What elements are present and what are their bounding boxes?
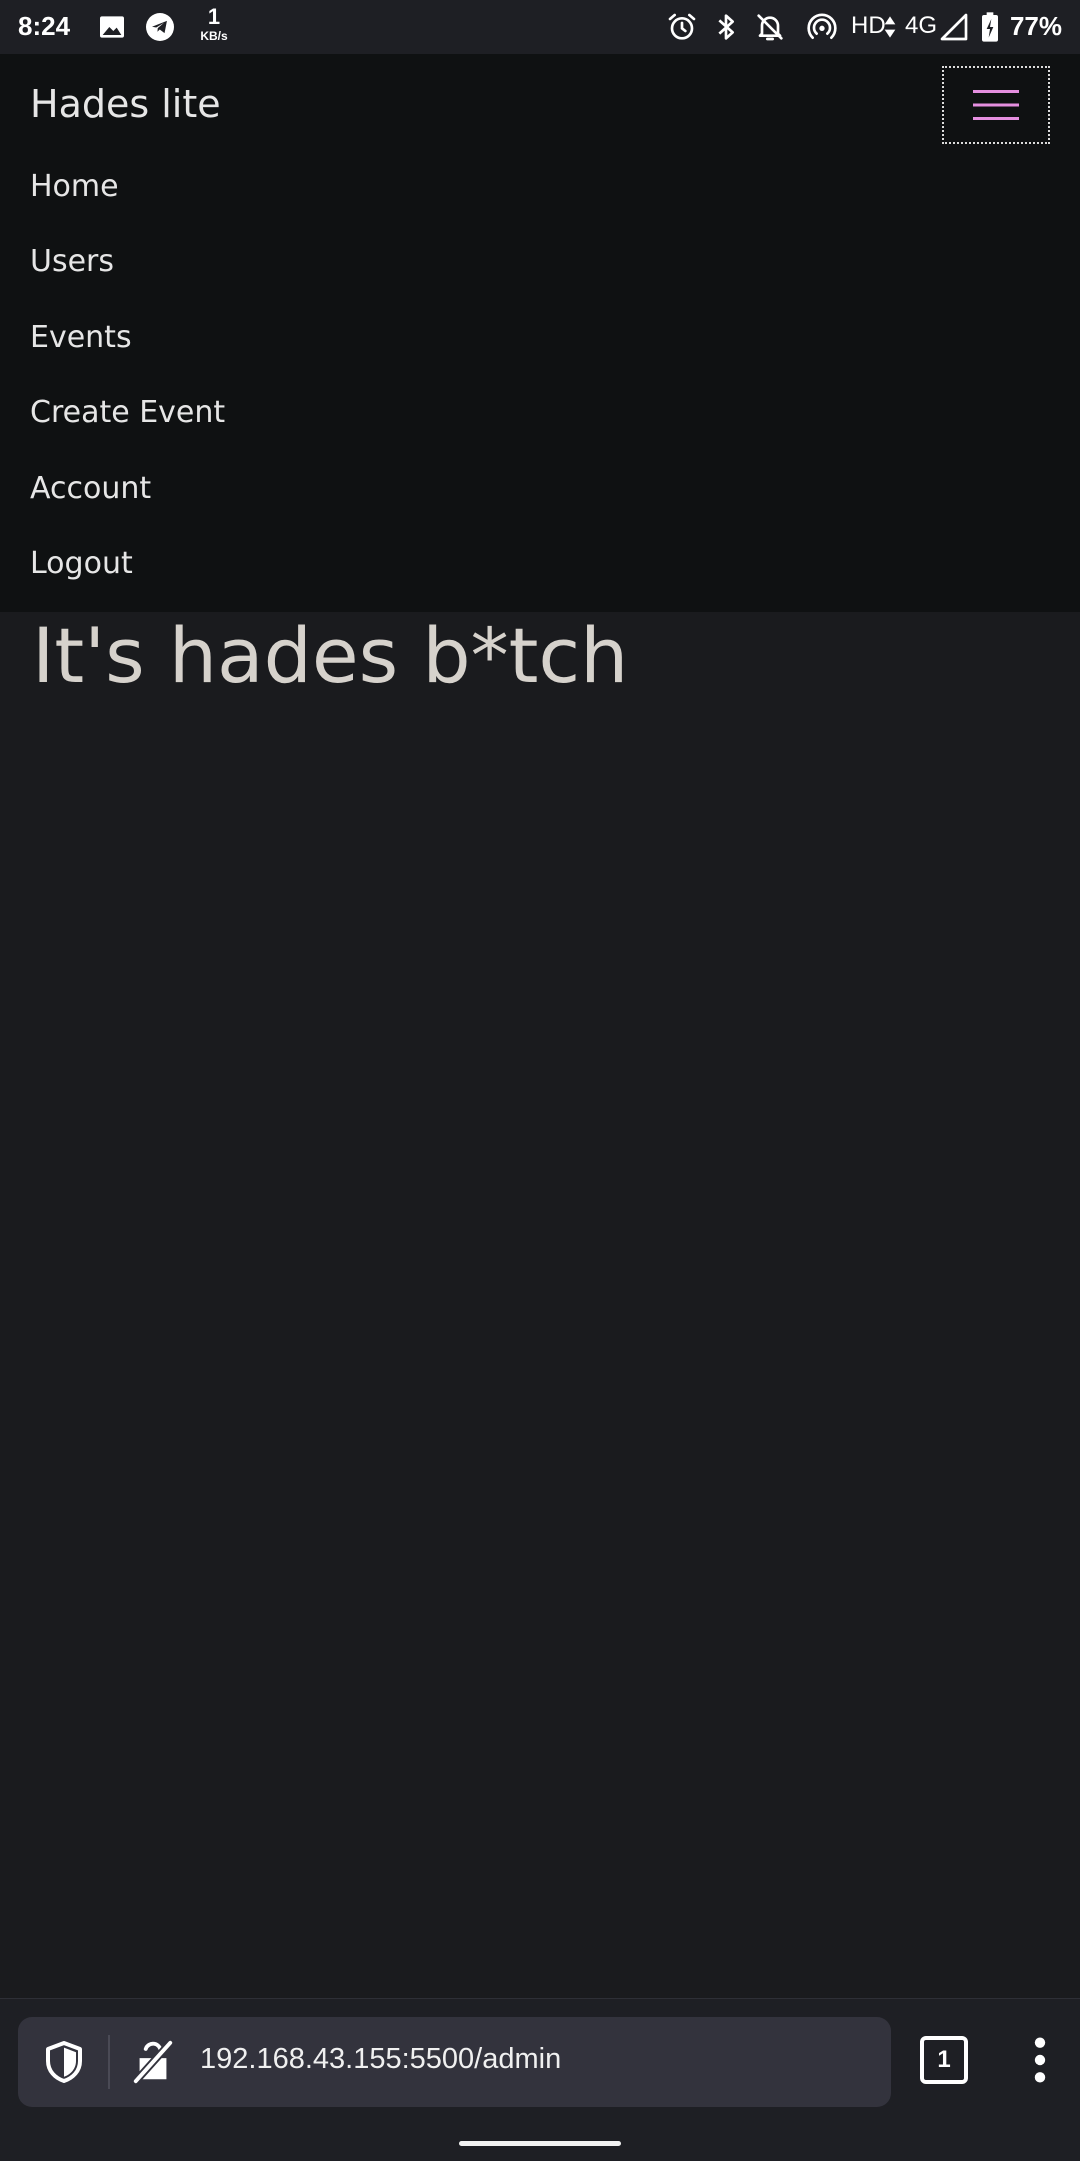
status-time: 8:24 [18,11,71,41]
shield-icon[interactable] [40,2038,88,2086]
address-bar[interactable]: 192.168.43.155:5500/admin [18,2017,891,2107]
net-speed-value: 1 [207,4,221,29]
net-speed-unit: KB/s [200,29,228,43]
browser-bottom-bar: 192.168.43.155:5500/admin 1 [0,1998,1080,2161]
nav-item-users[interactable]: Users [30,224,225,299]
network-type: 4G [905,12,938,39]
nav-item-home[interactable]: Home [30,149,225,224]
nav-item-events[interactable]: Events [30,300,225,375]
nav-menu: Home Users Events Create Event Account L… [30,149,225,601]
hotspot-icon [807,13,837,39]
nav-item-account[interactable]: Account [30,451,225,526]
battery-charging-icon [982,12,998,42]
net-speed: 1 KB/s [196,4,232,43]
page-title: It's hades b*tch [32,611,629,700]
url-text[interactable]: 192.168.43.155:5500/admin [200,2043,561,2076]
nav-item-logout[interactable]: Logout [30,526,225,601]
navbar-brand[interactable]: Hades lite [30,82,221,126]
nav-item-create-event[interactable]: Create Event [30,375,225,450]
address-divider [108,2035,110,2089]
navbar-toggler-button[interactable] [942,66,1050,144]
bluetooth-icon [718,14,734,40]
tab-count: 1 [937,2046,951,2073]
network-label: HD [851,12,886,39]
status-bar: 8:24 1 KB/s HD 4G 77% [0,0,1080,54]
gesture-nav-bar[interactable] [459,2141,621,2146]
signal-icon [940,13,968,41]
navbar: Hades lite Home Users Events Create Even… [0,54,1080,612]
alarm-icon [668,13,696,40]
notifications-off-icon [757,14,783,41]
telegram-icon [146,13,174,41]
tabs-button[interactable]: 1 [920,2036,968,2084]
more-vert-icon[interactable] [1022,2034,1058,2086]
not-secure-lock-icon[interactable] [130,2039,176,2085]
battery-percent: 77% [1009,11,1062,41]
data-arrows-icon [884,16,896,38]
gallery-icon [100,16,124,38]
hamburger-icon [973,90,1019,120]
